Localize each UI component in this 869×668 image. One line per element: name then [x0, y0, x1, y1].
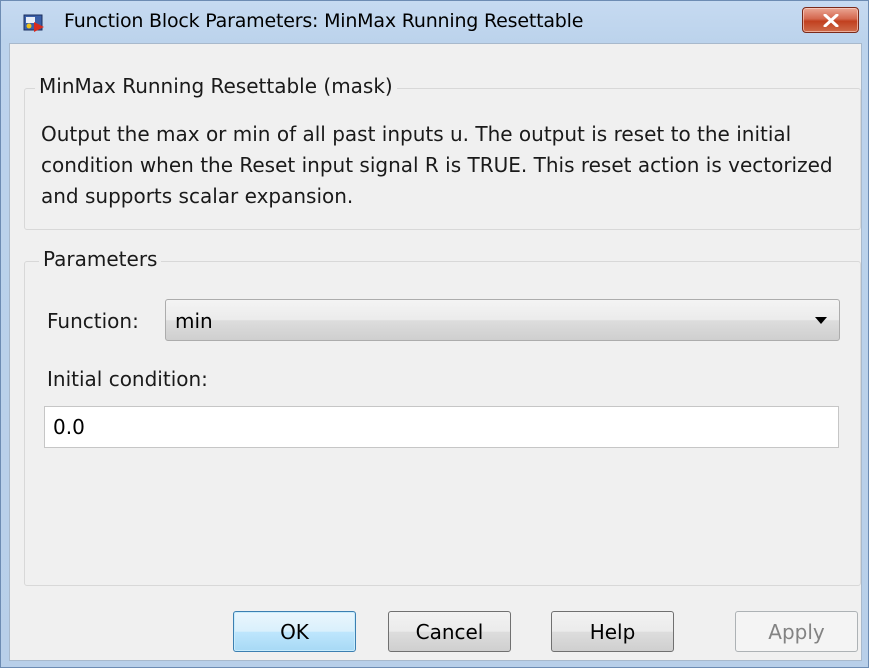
initial-condition-input[interactable] [53, 415, 823, 439]
cancel-button[interactable]: Cancel [388, 611, 511, 652]
function-dropdown-value: min [175, 309, 213, 333]
help-button[interactable]: Help [551, 611, 674, 652]
title-bar[interactable]: Function Block Parameters: MinMax Runnin… [1, 1, 868, 43]
close-icon [823, 14, 839, 27]
close-button[interactable] [802, 7, 859, 33]
simulink-block-icon [23, 13, 45, 33]
dialog-window: Function Block Parameters: MinMax Runnin… [0, 0, 869, 668]
apply-button[interactable]: Apply [735, 611, 858, 652]
function-label: Function: [47, 309, 139, 333]
chevron-down-icon [815, 317, 827, 324]
function-dropdown[interactable]: min [165, 299, 840, 341]
mask-description-text: Output the max or min of all past inputs… [41, 122, 833, 208]
initial-condition-field[interactable] [44, 406, 839, 448]
ok-button[interactable]: OK [233, 611, 356, 652]
mask-group-legend: MinMax Running Resettable (mask) [35, 74, 397, 98]
window-title: Function Block Parameters: MinMax Runnin… [64, 10, 584, 32]
parameters-group-legend: Parameters [39, 247, 162, 271]
initial-condition-label: Initial condition: [47, 367, 208, 391]
